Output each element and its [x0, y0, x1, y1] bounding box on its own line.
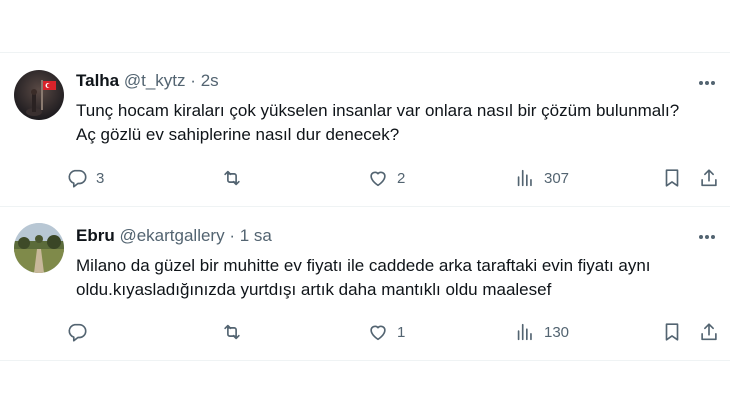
share-button[interactable]: [698, 317, 720, 347]
reply-icon: [68, 323, 87, 342]
bookmark-icon: [665, 169, 679, 187]
more-icon: [699, 81, 715, 85]
separator: ·: [190, 71, 196, 90]
reply-button[interactable]: [66, 317, 96, 347]
handle[interactable]: @ekartgallery: [119, 226, 224, 245]
tweet-header: Ebru @ekartgallery · 1 sa: [76, 226, 272, 246]
avatar[interactable]: [14, 223, 64, 273]
retweet-button[interactable]: [221, 163, 251, 193]
bottom-divider: [0, 360, 730, 361]
retweet-button[interactable]: [221, 317, 251, 347]
views-button[interactable]: 307: [514, 163, 569, 193]
views-button[interactable]: 130: [514, 317, 569, 347]
bookmark-button[interactable]: [661, 163, 683, 193]
view-count: 307: [544, 169, 570, 187]
display-name[interactable]: Talha: [76, 71, 119, 90]
action-bar: 3 2 307: [66, 163, 730, 193]
timestamp[interactable]: 2s: [201, 71, 219, 90]
views-icon: [517, 323, 532, 341]
tweet-talha[interactable]: Talha @t_kytz · 2s Tunç hocam kiraları ç…: [0, 53, 730, 206]
retweet-icon: [224, 170, 240, 186]
separator: ·: [229, 226, 236, 245]
views-icon: [517, 169, 532, 187]
like-icon: [370, 171, 386, 187]
reply-icon: [68, 169, 87, 188]
tweet-header: Talha @t_kytz · 2s: [76, 71, 219, 91]
like-button[interactable]: 2: [367, 163, 405, 193]
tweet-text: Milano da güzel bir muhitte ev fiyatı il…: [76, 256, 651, 299]
like-count: 2: [397, 169, 406, 187]
share-button[interactable]: [698, 163, 720, 193]
like-count: 1: [397, 323, 406, 341]
like-icon: [370, 325, 386, 341]
display-name[interactable]: Ebru: [76, 226, 115, 245]
share-icon: [701, 323, 717, 341]
more-button[interactable]: [696, 73, 718, 93]
action-bar: 1 130: [66, 317, 730, 347]
timestamp[interactable]: 1 sa: [240, 226, 272, 245]
more-button[interactable]: [696, 227, 718, 247]
reply-button[interactable]: 3: [66, 163, 104, 193]
view-count: 130: [544, 323, 570, 341]
like-button[interactable]: 1: [367, 317, 405, 347]
handle[interactable]: @t_kytz: [124, 71, 186, 90]
tweet-ebru[interactable]: Ebru @ekartgallery · 1 sa Milano da güze…: [0, 207, 730, 360]
bookmark-button[interactable]: [661, 317, 683, 347]
share-icon: [701, 169, 717, 187]
reply-count: 3: [96, 169, 105, 187]
retweet-icon: [224, 324, 240, 340]
bookmark-icon: [665, 323, 679, 341]
tweet-text: Tunç hocam kiraları çok yükselen insanla…: [76, 101, 680, 144]
avatar[interactable]: [14, 70, 64, 120]
more-icon: [699, 235, 715, 239]
